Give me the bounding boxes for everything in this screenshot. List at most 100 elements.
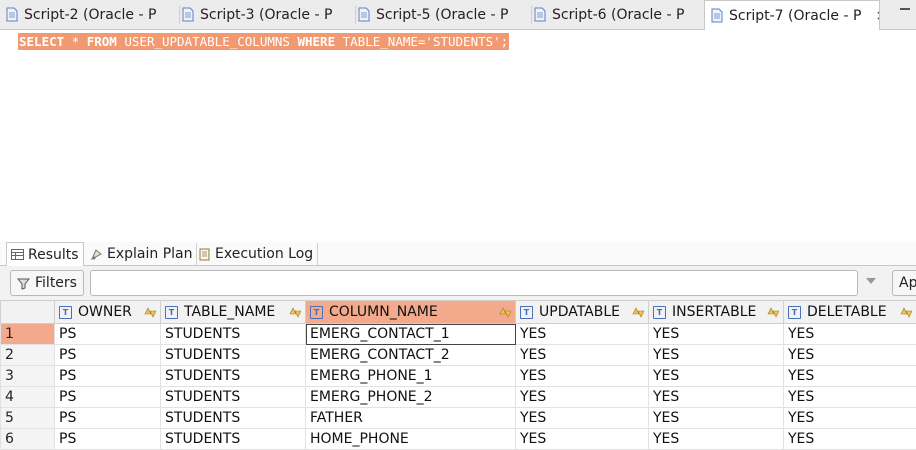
column-header-label: UPDATABLE (539, 304, 620, 320)
cell-deletable[interactable]: YES (784, 345, 916, 366)
script-file-icon (534, 7, 546, 22)
tab-explain-plan[interactable]: Explain Plan (86, 243, 197, 265)
cell-column-name[interactable]: HOME_PHONE (306, 429, 516, 450)
cell-column-name[interactable]: FATHER (306, 408, 516, 429)
cell-deletable[interactable]: YES (784, 408, 916, 429)
cell-column-name[interactable]: EMERG_PHONE_1 (306, 366, 516, 387)
sort-icon[interactable] (765, 305, 779, 319)
column-header-label: OWNER (78, 304, 132, 320)
close-icon[interactable]: ⨯ (875, 8, 880, 24)
cell-table-name[interactable]: STUDENTS (161, 366, 306, 387)
cell-insertable[interactable]: YES (649, 408, 784, 429)
cell-insertable[interactable]: YES (649, 429, 784, 450)
table-row[interactable]: 2 PS STUDENTS EMERG_CONTACT_2 YES YES YE… (1, 345, 916, 366)
column-header-owner[interactable]: T OWNER (55, 301, 161, 324)
column-header-label: COLUMN_NAME (329, 304, 438, 320)
tab-label: Script-2 (Oracle - P (24, 7, 156, 23)
script-file-icon (711, 8, 723, 23)
tab-execution-log[interactable]: Execution Log (194, 243, 318, 265)
row-number[interactable]: 5 (1, 408, 55, 429)
column-header-deletable[interactable]: T DELETABLE (784, 301, 916, 324)
button-label: Filters (35, 275, 77, 291)
tab-results[interactable]: Results (6, 242, 84, 266)
apply-filter-button[interactable]: Ap (892, 270, 916, 296)
tab-script-7[interactable]: Script-7 (Oracle - P ⨯ (704, 0, 880, 30)
filter-icon (17, 277, 30, 290)
cell-column-name[interactable]: EMERG_CONTACT_1 (306, 324, 516, 345)
sql-text: USER_UPDATABLE_COLUMNS (117, 34, 298, 49)
row-number[interactable]: 3 (1, 366, 55, 387)
cell-updatable[interactable]: YES (516, 345, 649, 366)
editor-tab-bar: Script-2 (Oracle - P Script-3 (Oracle - … (0, 0, 916, 30)
cell-owner[interactable]: PS (55, 324, 161, 345)
table-row[interactable]: 1 PS STUDENTS EMERG_CONTACT_1 YES YES YE… (1, 324, 916, 345)
table-row[interactable]: 4 PS STUDENTS EMERG_PHONE_2 YES YES YES (1, 387, 916, 408)
column-header-updatable[interactable]: TUPDATABLE (516, 301, 649, 324)
row-number-header[interactable] (1, 301, 55, 324)
tab-script-5[interactable]: Script-5 (Oracle - P (352, 0, 532, 29)
cell-owner[interactable]: PS (55, 345, 161, 366)
cell-owner[interactable]: PS (55, 408, 161, 429)
tab-label: Execution Log (215, 246, 313, 262)
cell-owner[interactable]: PS (55, 429, 161, 450)
sql-text: TABLE_NAME='STUDENTS'; (335, 34, 508, 49)
cell-updatable[interactable]: YES (516, 387, 649, 408)
sort-icon[interactable] (287, 305, 301, 319)
cell-table-name[interactable]: STUDENTS (161, 429, 306, 450)
cell-insertable[interactable]: YES (649, 387, 784, 408)
text-type-icon: T (59, 306, 72, 319)
table-row[interactable]: 6 PS STUDENTS HOME_PHONE YES YES YES (1, 429, 916, 450)
cell-deletable[interactable]: YES (784, 429, 916, 450)
filters-button[interactable]: Filters (10, 270, 84, 296)
sort-icon[interactable] (142, 305, 156, 319)
cell-updatable[interactable]: YES (516, 429, 649, 450)
grid-header-row: TOWNER TTABLE_NAME TCOLUMN_NAME TUPDATAB… (1, 301, 916, 324)
column-header-column-name[interactable]: TCOLUMN_NAME (306, 301, 516, 324)
cell-insertable[interactable]: YES (649, 345, 784, 366)
text-type-icon: T (165, 306, 178, 319)
table-row[interactable]: 5 PS STUDENTS FATHER YES YES YES (1, 408, 916, 429)
filter-history-dropdown-icon[interactable] (866, 278, 876, 284)
row-number[interactable]: 4 (1, 387, 55, 408)
minimize-icon[interactable] (900, 2, 912, 14)
cell-updatable[interactable]: YES (516, 324, 649, 345)
tab-script-6[interactable]: Script-6 (Oracle - P (528, 0, 708, 29)
sort-icon[interactable] (898, 305, 912, 319)
sql-editor[interactable]: SELECT * FROM USER_UPDATABLE_COLUMNS WHE… (0, 30, 916, 242)
column-header-table-name[interactable]: TTABLE_NAME (161, 301, 306, 324)
cell-table-name[interactable]: STUDENTS (161, 324, 306, 345)
cell-owner[interactable]: PS (55, 366, 161, 387)
row-number[interactable]: 2 (1, 345, 55, 366)
cell-insertable[interactable]: YES (649, 324, 784, 345)
tab-script-3[interactable]: Script-3 (Oracle - P (176, 0, 356, 29)
table-row[interactable]: 3 PS STUDENTS EMERG_PHONE_1 YES YES YES (1, 366, 916, 387)
tab-label: Script-7 (Oracle - P (729, 8, 861, 24)
tab-label: Script-6 (Oracle - P (552, 7, 684, 23)
button-label: Ap (899, 275, 916, 291)
cell-insertable[interactable]: YES (649, 366, 784, 387)
cell-updatable[interactable]: YES (516, 408, 649, 429)
cell-table-name[interactable]: STUDENTS (161, 408, 306, 429)
row-number[interactable]: 1 (1, 324, 55, 345)
cell-column-name[interactable]: EMERG_PHONE_2 (306, 387, 516, 408)
tab-label: Explain Plan (107, 246, 192, 262)
cell-updatable[interactable]: YES (516, 366, 649, 387)
sql-keyword: WHERE (297, 34, 335, 49)
sort-icon[interactable] (497, 305, 511, 319)
column-header-insertable[interactable]: TINSERTABLE (649, 301, 784, 324)
column-header-label: DELETABLE (807, 304, 887, 320)
tab-script-2[interactable]: Script-2 (Oracle - P (0, 0, 180, 29)
text-type-icon: T (788, 306, 801, 319)
cell-deletable[interactable]: YES (784, 324, 916, 345)
sort-icon[interactable] (630, 305, 644, 319)
cell-deletable[interactable]: YES (784, 366, 916, 387)
cell-deletable[interactable]: YES (784, 387, 916, 408)
cell-table-name[interactable]: STUDENTS (161, 387, 306, 408)
cell-owner[interactable]: PS (55, 387, 161, 408)
grid-icon (11, 248, 24, 261)
row-number[interactable]: 6 (1, 429, 55, 450)
filter-input[interactable] (90, 270, 858, 296)
sql-keyword: FROM (87, 34, 117, 49)
cell-table-name[interactable]: STUDENTS (161, 345, 306, 366)
cell-column-name[interactable]: EMERG_CONTACT_2 (306, 345, 516, 366)
